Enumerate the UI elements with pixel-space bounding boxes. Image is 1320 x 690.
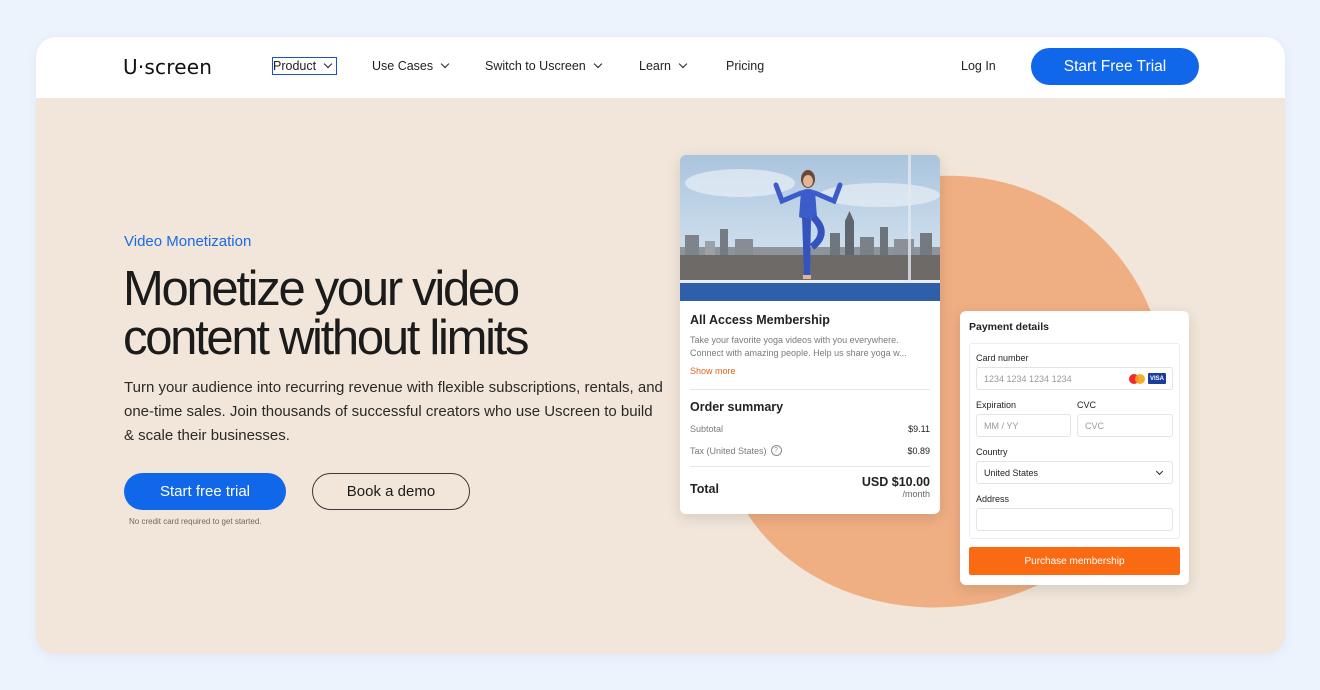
chevron-down-icon bbox=[593, 59, 602, 69]
total-value-block: USD $10.00 /month bbox=[862, 475, 930, 499]
show-more-link[interactable]: Show more bbox=[690, 366, 736, 376]
country-value: United States bbox=[984, 467, 1039, 478]
subtotal-label: Subtotal bbox=[690, 424, 724, 434]
page-frame: U·screen Product Use Cases Switch to Usc… bbox=[36, 37, 1285, 654]
subtotal-row: Subtotal $9.11 bbox=[690, 424, 930, 434]
chevron-down-icon bbox=[678, 59, 688, 69]
nav-use-cases-label: Use Cases bbox=[372, 59, 434, 73]
cvc-label: CVC bbox=[1077, 400, 1097, 410]
chevron-down-icon bbox=[440, 59, 450, 69]
tax-row: Tax (United States) ? $0.89 bbox=[690, 445, 930, 456]
total-label: Total bbox=[690, 482, 719, 496]
subtotal-value: $9.11 bbox=[908, 424, 930, 434]
chevron-down-icon bbox=[1155, 467, 1164, 476]
card-number-placeholder: 1234 1234 1234 1234 bbox=[984, 373, 1072, 384]
headline-line-2: content without limits bbox=[123, 311, 530, 365]
order-summary-title: Order summary bbox=[690, 400, 784, 414]
address-label: Address bbox=[976, 494, 1010, 504]
tax-value: $0.89 bbox=[907, 445, 930, 456]
nav-product[interactable]: Product bbox=[272, 57, 338, 75]
book-demo-button[interactable]: Book a demo bbox=[312, 473, 470, 510]
divider bbox=[690, 389, 930, 390]
headline-line-1: Monetize your video bbox=[123, 262, 520, 316]
login-link[interactable]: Log In bbox=[961, 59, 996, 73]
expiration-label: Expiration bbox=[976, 400, 1017, 410]
yoga-photo bbox=[680, 155, 940, 301]
help-icon[interactable]: ? bbox=[770, 445, 782, 456]
tax-label: Tax (United States) bbox=[690, 445, 767, 456]
nav-learn-label: Learn bbox=[639, 59, 671, 73]
purchase-membership-button[interactable]: Purchase membership bbox=[969, 547, 1180, 575]
description-line-1: Take your favorite yoga videos with you … bbox=[690, 335, 899, 345]
hero-eyebrow: Video Monetization bbox=[124, 233, 252, 250]
cvc-input[interactable]: CVC bbox=[1077, 414, 1173, 437]
mastercard-icon bbox=[1129, 373, 1145, 384]
chevron-down-icon bbox=[323, 59, 333, 69]
description-line-2: Connect with amazing people. Help us sha… bbox=[690, 348, 907, 358]
payment-form: Card number 1234 1234 1234 1234 VISA Exp… bbox=[969, 343, 1180, 539]
country-label: Country bbox=[976, 447, 1008, 457]
membership-title: All Access Membership bbox=[690, 313, 830, 327]
yoga-illustration bbox=[680, 155, 940, 301]
nav-learn[interactable]: Learn bbox=[639, 59, 688, 73]
nav-switch[interactable]: Switch to Uscreen bbox=[485, 59, 602, 73]
country-select[interactable]: United States bbox=[976, 461, 1173, 484]
nav-product-label: Product bbox=[273, 59, 317, 73]
total-amount: USD $10.00 bbox=[861, 475, 930, 489]
payment-card: Payment details Card number 1234 1234 12… bbox=[960, 311, 1189, 585]
membership-description: Take your favorite yoga videos with you … bbox=[690, 334, 932, 360]
nav-pricing-label: Pricing bbox=[726, 59, 765, 73]
divider bbox=[690, 466, 930, 467]
payment-title: Payment details bbox=[969, 321, 1049, 333]
hero-subhead: Turn your audience into recurring revenu… bbox=[124, 379, 663, 444]
total-period: /month bbox=[902, 489, 930, 499]
nav-use-cases[interactable]: Use Cases bbox=[372, 59, 450, 73]
card-number-label: Card number bbox=[976, 353, 1029, 363]
nav-pricing[interactable]: Pricing bbox=[726, 59, 764, 73]
uscreen-logo[interactable]: U·screen bbox=[123, 55, 212, 79]
no-card-note: No credit card required to get started. bbox=[129, 517, 262, 526]
expiration-input[interactable]: MM / YY bbox=[976, 414, 1071, 437]
start-trial-button[interactable]: Start free trial bbox=[124, 473, 286, 510]
card-number-input[interactable]: 1234 1234 1234 1234 VISA bbox=[976, 367, 1173, 390]
membership-card: All Access Membership Take your favorite… bbox=[680, 155, 940, 514]
top-nav: U·screen Product Use Cases Switch to Usc… bbox=[36, 37, 1285, 98]
hero-headline: Monetize your video content without limi… bbox=[123, 265, 683, 363]
visa-icon: VISA bbox=[1148, 373, 1166, 384]
address-input[interactable] bbox=[976, 508, 1173, 531]
nav-switch-label: Switch to Uscreen bbox=[485, 59, 586, 73]
card-brand-icons: VISA bbox=[1129, 373, 1166, 384]
start-free-trial-button[interactable]: Start Free Trial bbox=[1031, 48, 1199, 85]
